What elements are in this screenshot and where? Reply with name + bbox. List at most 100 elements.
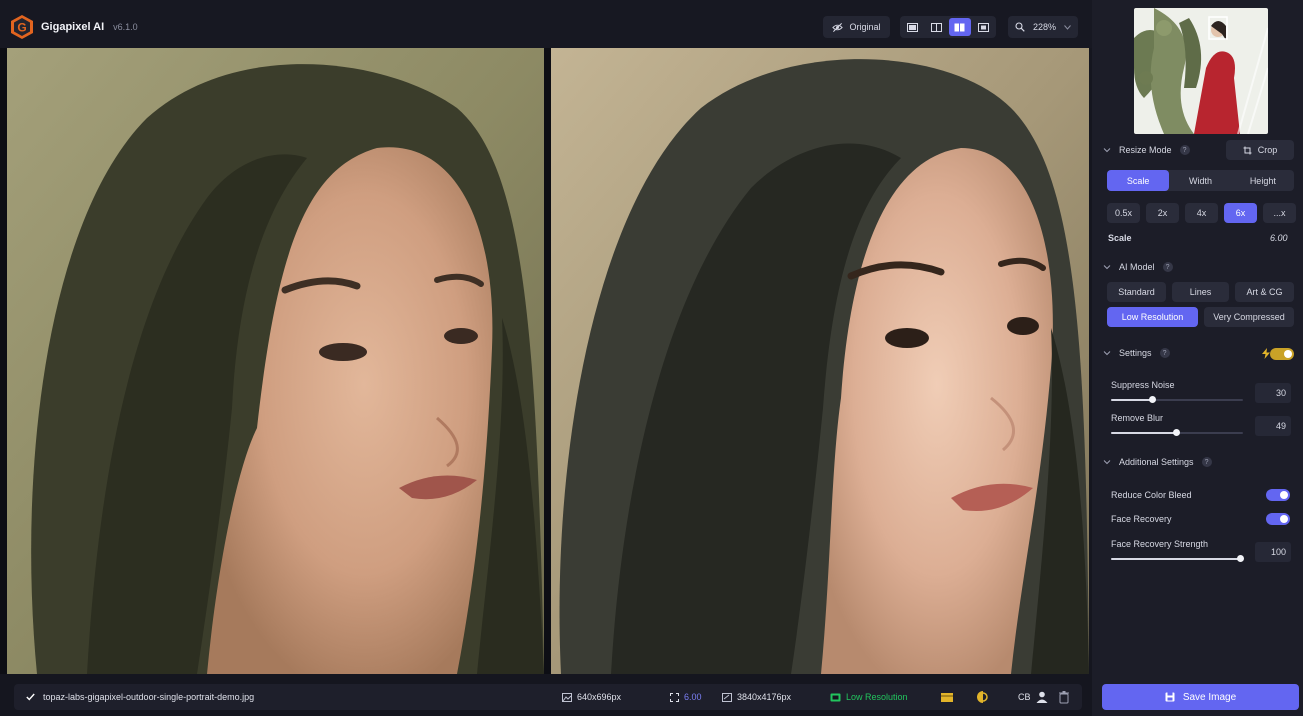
output-size-icon — [722, 692, 732, 702]
original-image-pane[interactable] — [7, 48, 544, 674]
input-size: 640x696px — [562, 692, 621, 702]
face-recovery-toggle[interactable] — [1266, 513, 1290, 525]
tab-scale[interactable]: Scale — [1107, 170, 1170, 191]
split-view-icon — [930, 22, 942, 32]
model-standard[interactable]: Standard — [1107, 282, 1166, 302]
ai-model-header[interactable]: AI Model ? — [1103, 262, 1173, 272]
preset-2x[interactable]: 2x — [1146, 203, 1179, 223]
zoom-value: 228% — [1032, 22, 1057, 32]
preset-4x[interactable]: 4x — [1185, 203, 1218, 223]
original-toggle-button[interactable]: Original — [823, 16, 890, 38]
help-icon[interactable]: ? — [1162, 262, 1173, 272]
model-very-compressed[interactable]: Very Compressed — [1204, 307, 1294, 327]
model-low-resolution[interactable]: Low Resolution — [1107, 307, 1198, 327]
suppress-noise-slider[interactable] — [1111, 396, 1243, 403]
chevron-down-icon — [1103, 460, 1111, 465]
enhanced-image-pane[interactable] — [551, 48, 1089, 674]
resize-mode-title: Resize Mode — [1119, 145, 1172, 155]
preset-custom[interactable]: ...x — [1263, 203, 1296, 223]
model-art-cg[interactable]: Art & CG — [1235, 282, 1294, 302]
model-stat-value: Low Resolution — [846, 692, 908, 702]
resize-mode-header[interactable]: Resize Mode ? — [1103, 145, 1190, 155]
tab-height[interactable]: Height — [1232, 170, 1294, 191]
chevron-down-icon — [1064, 24, 1071, 30]
model-lines[interactable]: Lines — [1172, 282, 1229, 302]
file-row[interactable]: topaz-labs-gigapixel-outdoor-single-port… — [14, 684, 1082, 710]
side-by-side-icon — [954, 23, 965, 31]
canvas-edge — [0, 48, 7, 674]
settings-panel: Resize Mode ? Crop Scale Width Height 0.… — [1092, 0, 1303, 716]
image-size-icon — [562, 692, 572, 702]
resize-mode-tabs: Scale Width Height — [1107, 170, 1294, 191]
help-icon[interactable]: ? — [1159, 348, 1170, 358]
bolt-icon — [1262, 348, 1270, 359]
app-name: Gigapixel AI — [41, 21, 105, 33]
zoom-control[interactable]: 228% — [1008, 16, 1078, 38]
compare-icon — [977, 22, 989, 32]
person-icon[interactable] — [1035, 690, 1049, 704]
reduce-color-bleed-toggle[interactable] — [1266, 489, 1290, 501]
thumbnail-image — [1134, 8, 1268, 134]
gigapixel-logo: G — [11, 15, 33, 39]
compare-view-button[interactable] — [973, 18, 995, 36]
remove-blur-input[interactable]: 49 — [1255, 416, 1291, 436]
single-view-button[interactable] — [902, 18, 924, 36]
additional-settings-title: Additional Settings — [1119, 457, 1194, 467]
chevron-down-icon — [1103, 148, 1111, 153]
preset-0.5x[interactable]: 0.5x — [1107, 203, 1140, 223]
check-icon[interactable] — [26, 693, 35, 701]
app-version: v6.1.0 — [113, 22, 138, 32]
crop-icon — [1243, 146, 1252, 154]
save-image-button[interactable]: Save Image — [1102, 684, 1299, 710]
additional-settings-header[interactable]: Additional Settings ? — [1103, 457, 1212, 467]
remove-blur-label: Remove Blur — [1111, 413, 1164, 423]
single-view-icon — [907, 22, 919, 32]
preset-6x[interactable]: 6x — [1224, 203, 1257, 223]
cb-label: CB — [1018, 692, 1031, 702]
face-recovery-strength-slider[interactable] — [1111, 555, 1245, 562]
auto-settings-toggle[interactable] — [1270, 348, 1294, 360]
face-detect-icon[interactable] — [976, 690, 990, 704]
output-size: 3840x4176px — [722, 692, 791, 702]
brand: G Gigapixel AI v6.1.0 — [9, 14, 138, 40]
scale-value[interactable]: 6.00 — [1270, 233, 1288, 243]
scale-stat-value: 6.00 — [684, 692, 702, 702]
expand-icon — [670, 692, 679, 702]
save-label: Save Image — [1182, 691, 1237, 703]
eye-off-icon — [832, 22, 844, 32]
zoom-icon — [1015, 22, 1025, 32]
file-entry: topaz-labs-gigapixel-outdoor-single-port… — [26, 692, 254, 702]
file-name: topaz-labs-gigapixel-outdoor-single-port… — [43, 692, 255, 702]
suppress-noise-label: Suppress Noise — [1111, 380, 1175, 390]
trash-icon[interactable] — [1057, 690, 1071, 704]
suppress-noise-input[interactable]: 30 — [1255, 383, 1291, 403]
save-icon — [1165, 692, 1175, 702]
enhanced-portrait-image — [551, 48, 1089, 674]
original-label: Original — [849, 22, 881, 32]
original-portrait-image — [7, 48, 544, 674]
pane-divider[interactable] — [544, 48, 551, 674]
reduce-color-bleed-label: Reduce Color Bleed — [1111, 490, 1192, 500]
split-view-button[interactable] — [926, 18, 948, 36]
settings-header[interactable]: Settings ? — [1103, 348, 1170, 358]
folder-icon[interactable] — [940, 690, 954, 704]
ai-model-title: AI Model — [1119, 262, 1155, 272]
crop-button[interactable]: Crop — [1226, 140, 1294, 160]
side-by-side-view-button[interactable] — [949, 18, 971, 36]
face-recovery-strength-input[interactable]: 100 — [1255, 542, 1291, 562]
face-recovery-strength-label: Face Recovery Strength — [1111, 539, 1209, 549]
tab-width[interactable]: Width — [1169, 170, 1231, 191]
settings-title: Settings — [1119, 348, 1152, 358]
chevron-down-icon — [1103, 265, 1111, 270]
help-icon[interactable]: ? — [1179, 145, 1190, 155]
navigator-thumbnail[interactable] — [1134, 8, 1268, 134]
svg-text:G: G — [17, 21, 26, 35]
crop-label: Crop — [1257, 145, 1278, 155]
status-bar: topaz-labs-gigapixel-outdoor-single-port… — [0, 676, 1092, 716]
remove-blur-slider[interactable] — [1111, 429, 1243, 436]
scale-stat: 6.00 — [670, 692, 702, 702]
model-stat: Low Resolution — [830, 692, 908, 702]
help-icon[interactable]: ? — [1201, 457, 1212, 467]
view-mode-group — [900, 16, 996, 38]
model-icon — [830, 693, 841, 701]
